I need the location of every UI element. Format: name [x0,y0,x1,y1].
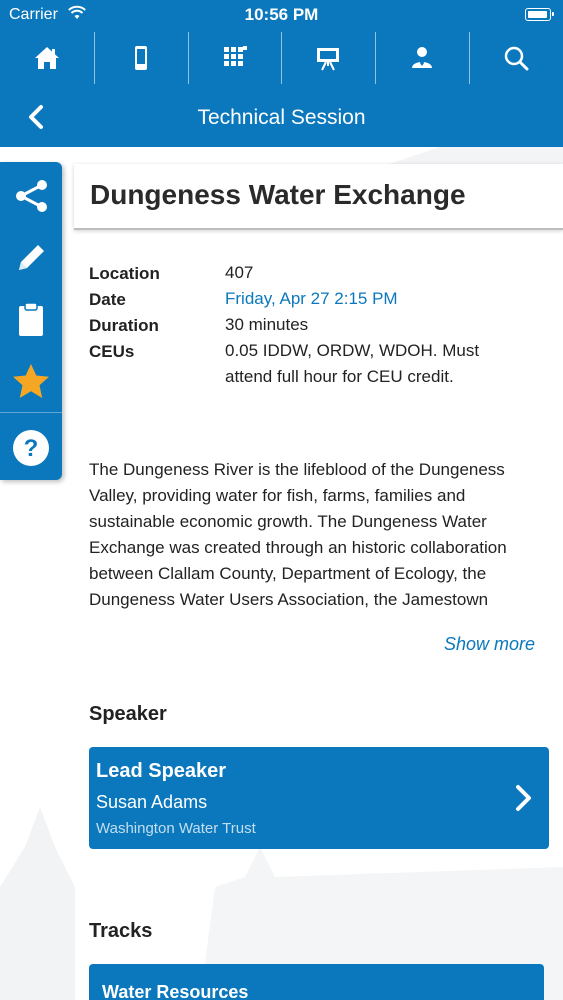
survey-button[interactable] [0,292,62,348]
session-title: Dungeness Water Exchange [90,179,466,210]
share-button[interactable] [0,168,62,224]
page-title: Technical Session [197,106,366,129]
nav-search[interactable] [469,30,563,86]
toolbar-divider [0,412,62,413]
nav-presentation[interactable] [281,30,375,86]
track-name: Water Resources [102,982,249,1000]
svg-text:?: ? [24,435,39,462]
app-header: Carrier 10:56 PM Technical Session [0,0,563,147]
speaker-organization: Washington Water Trust [96,820,256,837]
date-value-link[interactable]: Friday, Apr 27 2:15 PM [225,286,525,312]
top-nav [0,30,563,86]
tracks-heading: Tracks [89,920,153,942]
search-icon [504,46,529,71]
session-description: The Dungeness River is the lifeblood of … [89,460,507,619]
duration-label: Duration [89,316,159,335]
location-label: Location [89,264,160,283]
attendee-icon [412,47,433,68]
nav-home[interactable] [0,30,94,86]
chevron-right-icon [516,785,531,811]
star-icon [13,364,49,398]
clipboard-icon [19,302,43,336]
nav-attendee[interactable] [375,30,469,86]
notes-button[interactable] [0,230,62,286]
clock: 10:56 PM [244,5,319,24]
speaker-heading: Speaker [89,703,167,725]
speaker-role: Lead Speaker [96,760,227,782]
pencil-icon [19,245,44,270]
home-icon [34,47,59,69]
date-label: Date [89,290,126,309]
track-card[interactable]: Water Resources [89,964,544,1000]
speaker-card[interactable]: Lead Speaker Susan Adams Washington Wate… [89,747,549,849]
favorite-button[interactable] [0,354,62,410]
speaker-name: Susan Adams [96,792,208,812]
show-more-link[interactable]: Show more [444,634,535,655]
mobile-device-icon [134,46,147,70]
help-button[interactable]: ? [0,420,62,476]
ceus-value: 0.05 IDDW, ORDW, WDOH. Must attend full … [225,341,480,386]
nav-mobile[interactable] [93,30,188,86]
nav-grid[interactable] [187,30,282,86]
share-icon [16,180,47,212]
title-bar: Technical Session [0,88,563,147]
battery-icon [525,8,554,21]
duration-value: 30 minutes [225,315,309,334]
session-title-card: Dungeness Water Exchange [74,164,563,230]
presentation-icon [317,48,340,71]
help-icon: ? [13,430,49,466]
status-bar: Carrier 10:56 PM [0,0,563,30]
grid-icon [223,46,247,66]
location-value: 407 [225,263,254,282]
side-toolbar: ? [0,162,62,480]
ceus-label: CEUs [89,342,135,361]
